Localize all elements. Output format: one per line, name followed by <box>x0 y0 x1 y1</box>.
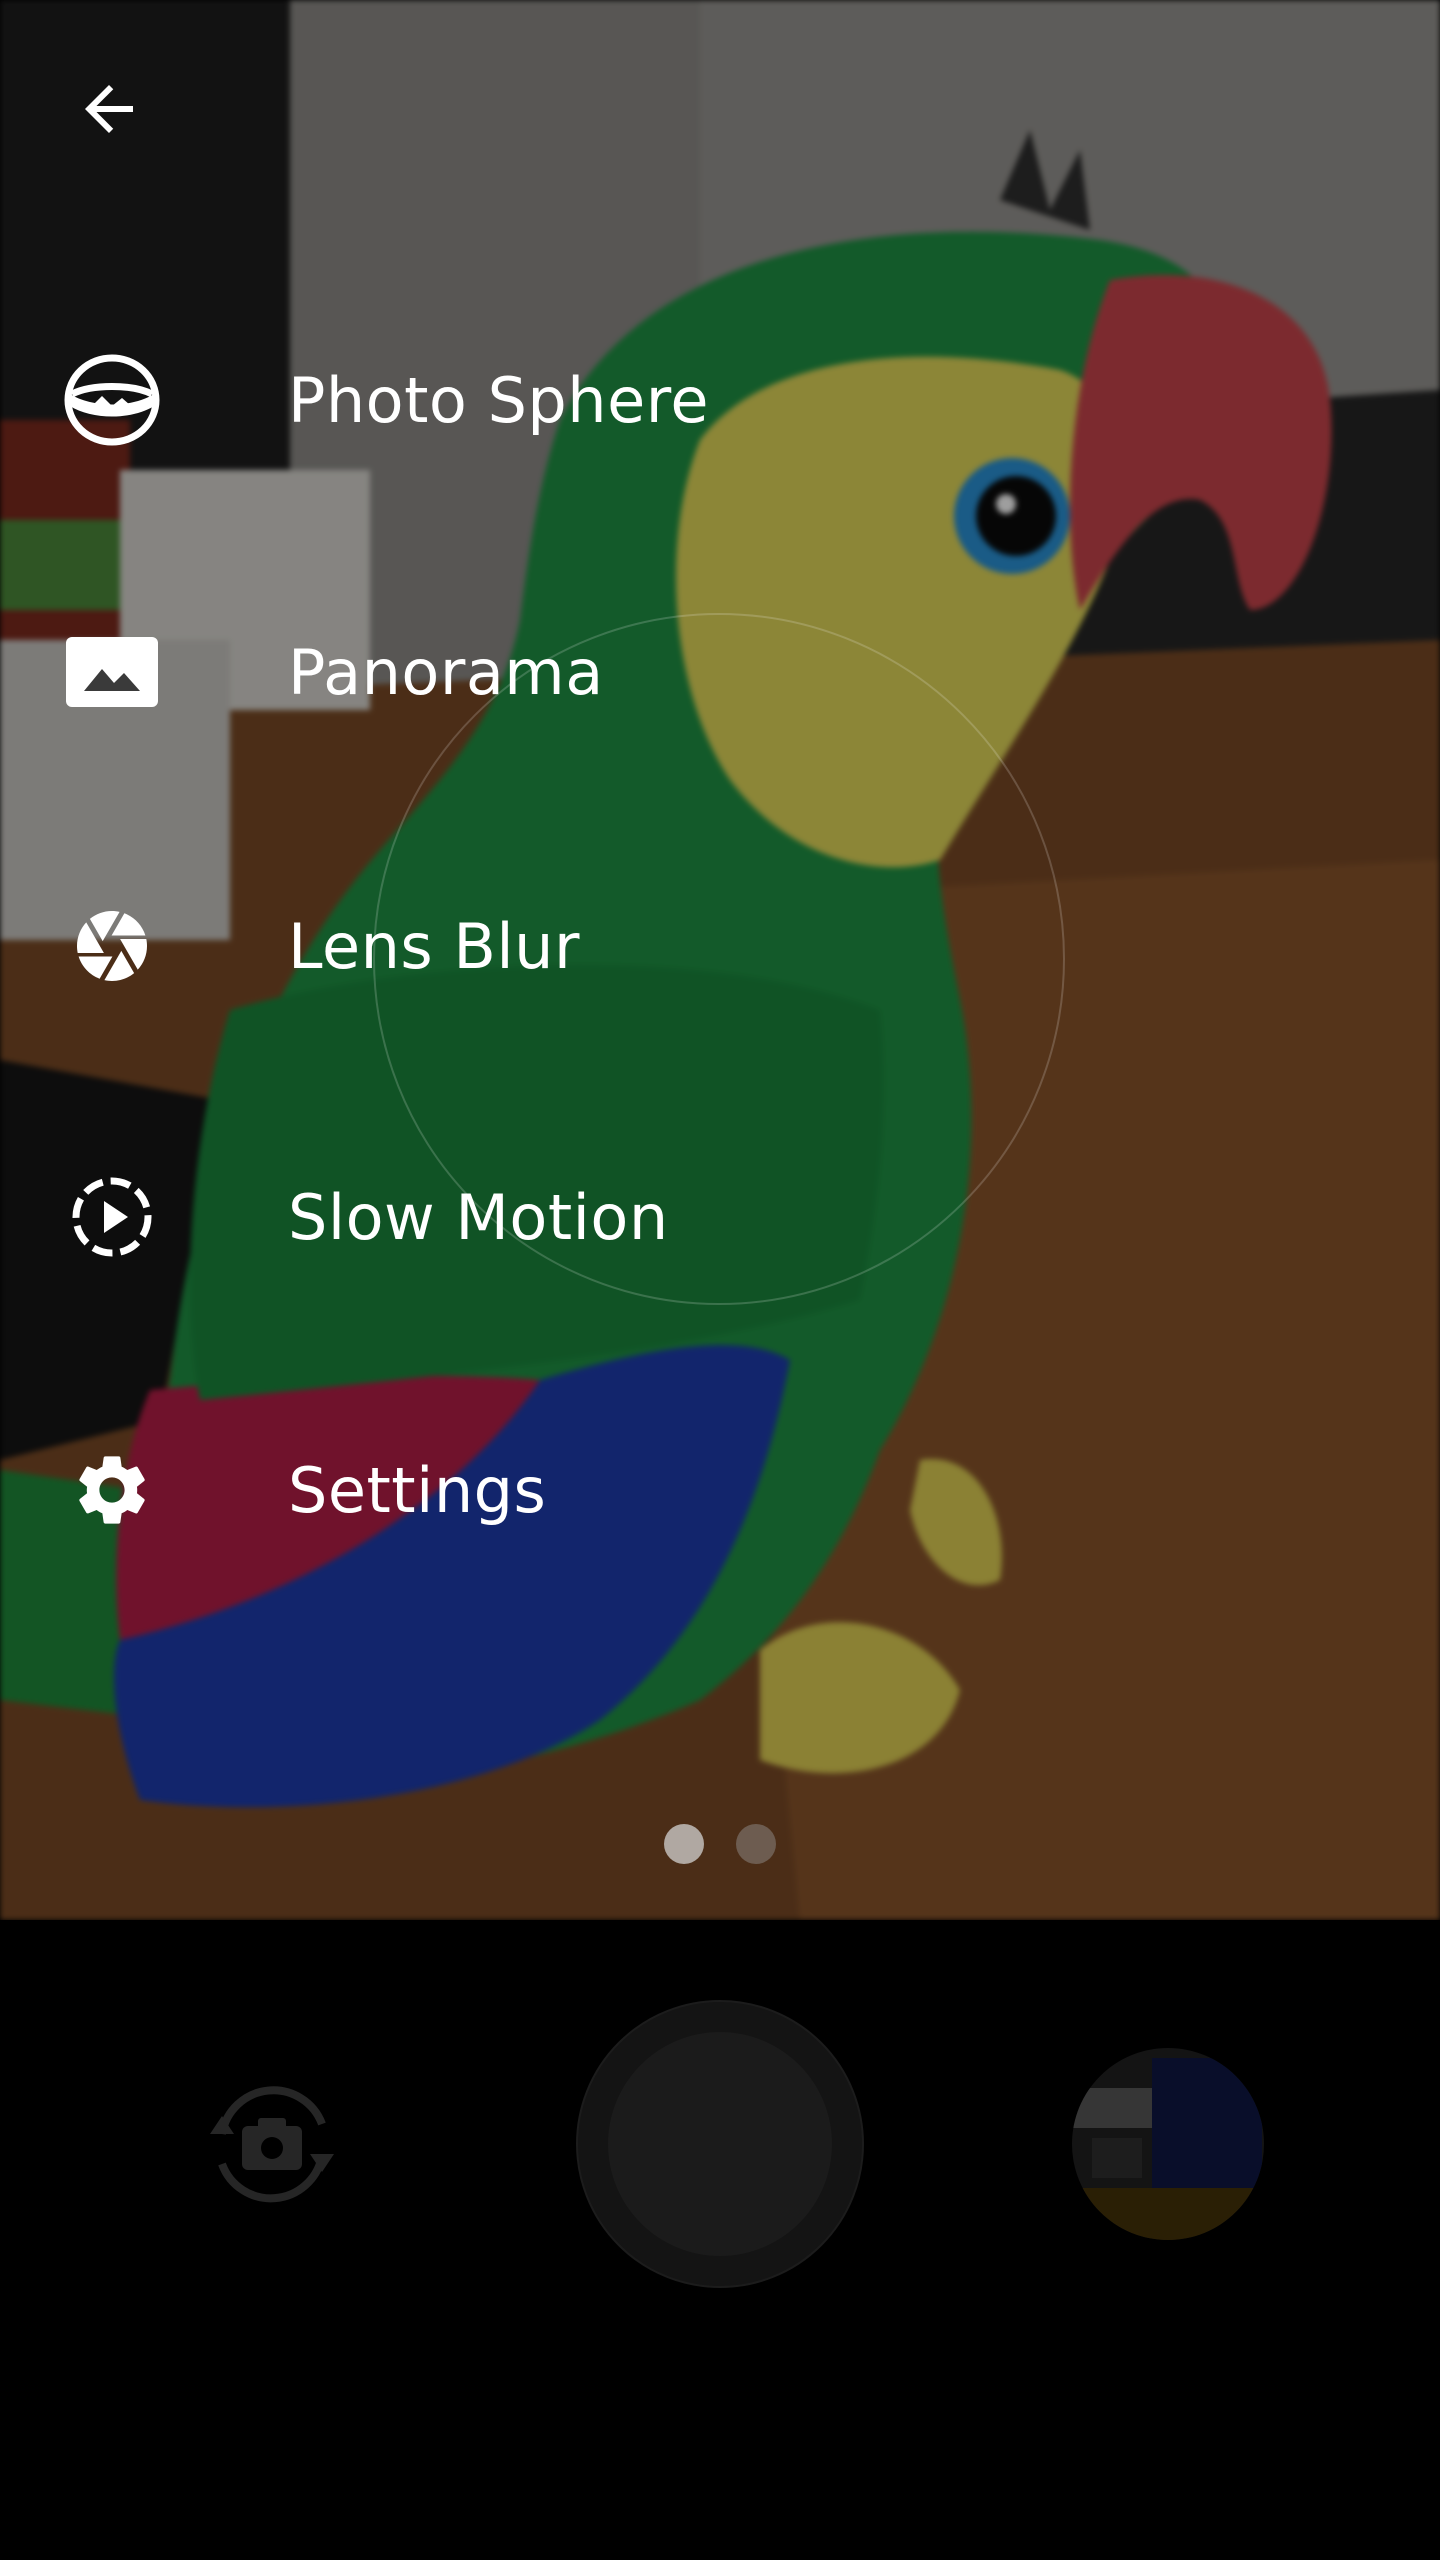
mode-label: Photo Sphere <box>288 363 709 437</box>
camera-screen: Photo Sphere Panorama Lens Blur Slow Mot… <box>0 0 1440 2560</box>
mode-slow-motion[interactable]: Slow Motion <box>0 1117 1000 1317</box>
mode-photo-sphere[interactable]: Photo Sphere <box>0 300 1000 500</box>
shutter-button[interactable] <box>576 2000 864 2288</box>
panorama-icon <box>62 622 162 722</box>
mode-settings[interactable]: Settings <box>0 1390 1000 1590</box>
switch-camera-icon <box>210 2086 334 2203</box>
thumbnail-image <box>1072 2048 1264 2240</box>
mode-label: Slow Motion <box>288 1180 669 1254</box>
camera-control-bar <box>0 1920 1440 2560</box>
page-dot[interactable] <box>736 1824 776 1864</box>
photo-sphere-icon <box>62 350 162 450</box>
page-indicator <box>664 1824 776 1864</box>
mode-label: Settings <box>288 1453 547 1527</box>
mode-panorama[interactable]: Panorama <box>0 572 1000 772</box>
mode-lens-blur[interactable]: Lens Blur <box>0 846 1000 1046</box>
gear-icon <box>62 1440 162 1540</box>
last-photo-thumbnail[interactable] <box>1072 2048 1264 2240</box>
slow-motion-icon <box>62 1167 162 1267</box>
mode-label: Lens Blur <box>288 909 580 983</box>
back-button[interactable] <box>56 56 162 162</box>
shutter-inner <box>608 2032 832 2256</box>
arrow-back-icon <box>85 85 133 133</box>
switch-camera-button[interactable] <box>192 2064 352 2224</box>
page-dot-active[interactable] <box>664 1824 704 1864</box>
mode-label: Panorama <box>288 635 604 709</box>
lens-blur-icon <box>62 896 162 996</box>
